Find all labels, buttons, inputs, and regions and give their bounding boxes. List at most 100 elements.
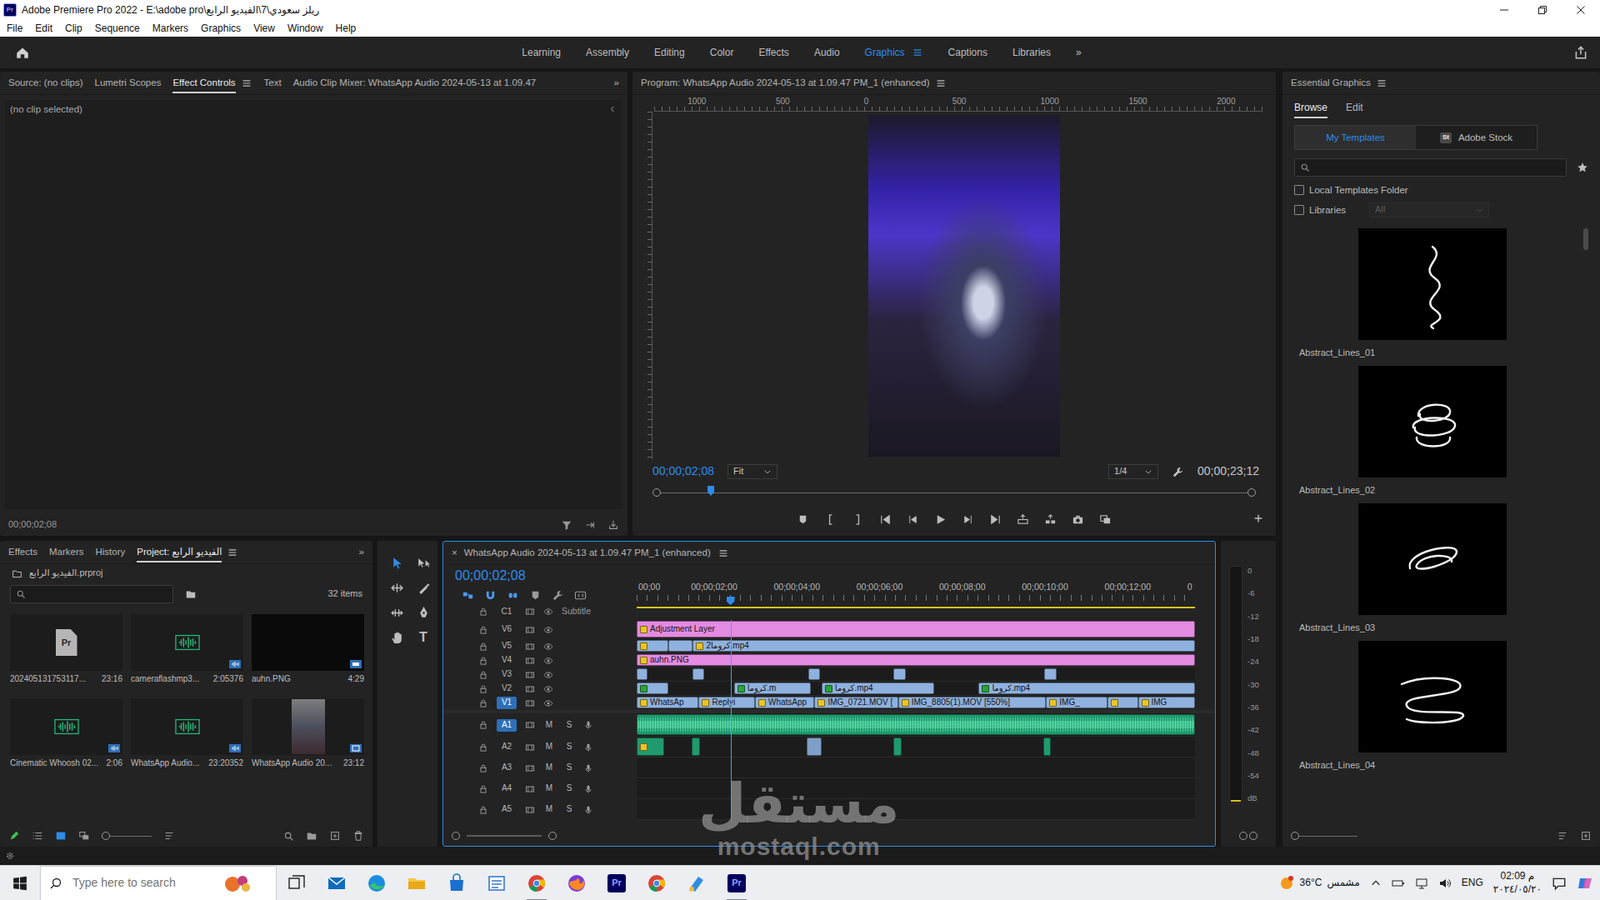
list-view-icon[interactable] — [31, 830, 44, 842]
sync-icon[interactable] — [525, 763, 535, 774]
panel-menu-icon[interactable] — [935, 77, 947, 90]
menu-item[interactable]: Graphics — [200, 22, 241, 35]
mark-in-icon[interactable] — [824, 513, 837, 526]
export-icon[interactable] — [607, 519, 620, 531]
lock-icon[interactable] — [478, 720, 489, 730]
eye-icon[interactable] — [543, 670, 554, 680]
premiere-app[interactable]: Pr — [596, 865, 637, 900]
pen-tool[interactable] — [412, 602, 435, 623]
timeline-clip[interactable]: Adjustment Layer — [636, 620, 1195, 638]
track-name[interactable]: A2 — [496, 740, 517, 754]
filter-icon[interactable] — [560, 519, 573, 531]
scrollbar[interactable] — [1581, 228, 1590, 825]
search-field[interactable] — [10, 585, 174, 604]
volume-icon[interactable] — [1438, 876, 1452, 890]
eye-icon[interactable] — [543, 655, 554, 666]
step-forward-icon[interactable] — [961, 513, 975, 526]
sync-icon[interactable] — [525, 698, 535, 709]
chrome-app[interactable] — [516, 865, 557, 900]
go-to-out-icon[interactable] — [989, 513, 1002, 526]
go-to-in-icon[interactable] — [879, 513, 892, 526]
mark-out-icon[interactable] — [851, 513, 865, 526]
timeline-clip[interactable]: IMG_ — [1045, 696, 1107, 709]
track-name[interactable]: A1 — [496, 719, 517, 732]
workspace-tab[interactable]: Audio — [814, 46, 840, 60]
lock-icon[interactable] — [478, 805, 489, 815]
project-item[interactable]: Pr202405131753117...23:16 — [10, 614, 123, 685]
panel-tab[interactable]: Audio Clip Mixer: WhatsApp Audio 2024-05… — [293, 72, 537, 93]
menu-item[interactable]: Edit — [35, 22, 53, 35]
nest-toggle[interactable] — [461, 589, 475, 602]
lock-icon[interactable] — [478, 655, 489, 666]
track-name[interactable]: A5 — [496, 803, 517, 816]
timeline-clip[interactable]: auhn.PNG — [636, 654, 1195, 666]
sync-icon[interactable] — [525, 670, 535, 680]
timeline-clip[interactable] — [893, 668, 906, 680]
timeline-clip[interactable]: كروما.m — [734, 682, 812, 695]
mail-app[interactable] — [316, 865, 357, 900]
mic-icon[interactable] — [583, 720, 594, 730]
time-ruler[interactable] — [652, 484, 1256, 503]
timeline-clip[interactable]: IMG_0721.MOV [ — [814, 696, 898, 709]
search-input[interactable] — [70, 875, 213, 892]
scroll-handle[interactable] — [451, 831, 460, 840]
work-area-bar[interactable] — [636, 606, 1195, 609]
timeline-clip[interactable] — [692, 668, 704, 680]
template-item[interactable]: Abstract_Lines_01 — [1282, 228, 1582, 366]
sort-icon[interactable] — [1556, 830, 1569, 842]
panel-overflow[interactable]: » — [359, 541, 365, 562]
find-icon[interactable] — [283, 830, 295, 842]
mute-button[interactable]: M — [543, 783, 555, 795]
task-view-app[interactable] — [276, 865, 317, 900]
timeline-clip[interactable] — [636, 640, 669, 652]
project-item[interactable]: Cinematic Whoosh 02...2:06 — [10, 698, 123, 770]
chrome-app[interactable] — [636, 865, 677, 900]
menu-item[interactable]: View — [253, 22, 275, 35]
solo-left[interactable] — [1239, 831, 1248, 840]
timeline-clip[interactable]: كروما2.mp4 — [692, 640, 1195, 652]
sync-icon[interactable] — [525, 606, 535, 617]
jump-icon[interactable] — [584, 519, 596, 531]
track-name[interactable]: A3 — [496, 761, 517, 775]
playhead[interactable] — [726, 596, 735, 620]
source-button[interactable]: StAdobe Stock — [1415, 125, 1537, 150]
project-item[interactable]: WhatsApp Audio 20...23:12 — [251, 698, 365, 770]
panel-menu-icon[interactable] — [226, 546, 239, 559]
sync-icon[interactable] — [525, 742, 535, 753]
mute-button[interactable]: M — [543, 741, 555, 753]
notepad-app[interactable] — [476, 865, 517, 900]
type-tool[interactable]: T — [412, 627, 435, 648]
workspace-tab[interactable]: Learning — [521, 46, 561, 60]
trash-icon[interactable] — [352, 830, 365, 842]
workspace-tab[interactable]: Assembly — [585, 46, 630, 60]
panel-menu-icon[interactable] — [1375, 77, 1388, 90]
solo-button[interactable]: S — [563, 741, 575, 753]
sync-icon[interactable] — [525, 720, 535, 730]
resolution-dropdown[interactable]: 1/4 — [1108, 464, 1159, 480]
lock-icon[interactable] — [478, 641, 489, 652]
ripple-tool[interactable] — [385, 577, 408, 598]
extract-icon[interactable] — [1044, 513, 1057, 526]
zoom-handle[interactable] — [1247, 488, 1256, 497]
slip-tool[interactable] — [385, 602, 408, 623]
timeline-clip[interactable]: WhatsAp — [636, 696, 699, 709]
mode-tab[interactable]: Browse — [1294, 97, 1328, 119]
solo-button[interactable]: S — [563, 804, 575, 815]
solo-button[interactable]: S — [563, 720, 575, 731]
playhead-head[interactable] — [726, 596, 735, 605]
panel-menu-icon[interactable] — [717, 547, 730, 560]
timeline-clip[interactable] — [806, 737, 821, 756]
project-item[interactable]: auhn.PNG4:29 — [251, 614, 365, 685]
panel-tab[interactable]: Effect Controls — [172, 72, 235, 93]
lock-icon[interactable] — [478, 606, 489, 617]
track-name[interactable]: V1 — [496, 696, 517, 710]
sync-icon[interactable] — [525, 684, 535, 695]
timeline-clip[interactable] — [636, 682, 669, 695]
settings-toggle[interactable] — [551, 589, 565, 602]
collapse-icon[interactable] — [607, 104, 618, 115]
track-name[interactable]: V4 — [496, 654, 517, 667]
play-icon[interactable] — [934, 513, 947, 526]
workspace-tab[interactable]: Libraries — [1012, 46, 1051, 60]
eye-icon[interactable] — [543, 606, 554, 617]
panel-tab[interactable]: Text — [264, 72, 282, 93]
